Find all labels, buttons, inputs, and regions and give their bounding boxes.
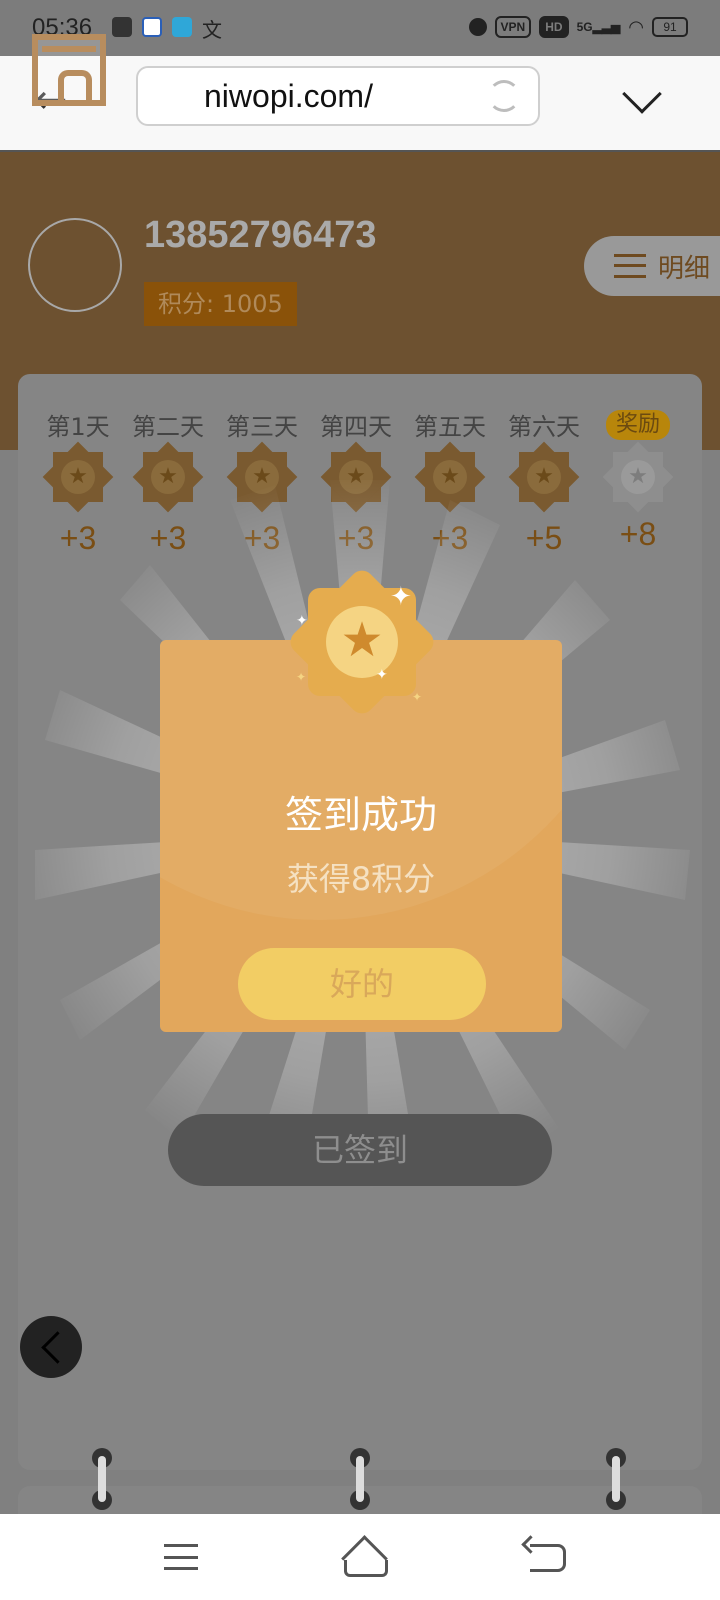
binder-ring [606,1448,626,1510]
sparkle-icon: ✦ [296,670,307,684]
sparkle-icon: ✦ [376,667,388,683]
menu-icon[interactable] [164,1544,198,1570]
ok-button[interactable]: 好的 [238,948,486,1020]
dialog-subtitle: 获得8积分 [286,860,436,898]
system-nav-bar [0,1514,720,1600]
sparkle-icon: ✦ [390,582,412,612]
floating-back-button[interactable] [20,1316,82,1378]
signed-in-button[interactable]: 已签到 [168,1114,552,1186]
binder-ring [92,1448,112,1510]
sparkle-icon: ✦ [296,613,308,629]
binder-ring [350,1448,370,1510]
dialog-title: 签到成功 [284,793,437,837]
back-icon[interactable] [530,1544,566,1572]
home-icon[interactable] [340,1542,388,1577]
sparkle-icon: ✦ [412,690,423,704]
